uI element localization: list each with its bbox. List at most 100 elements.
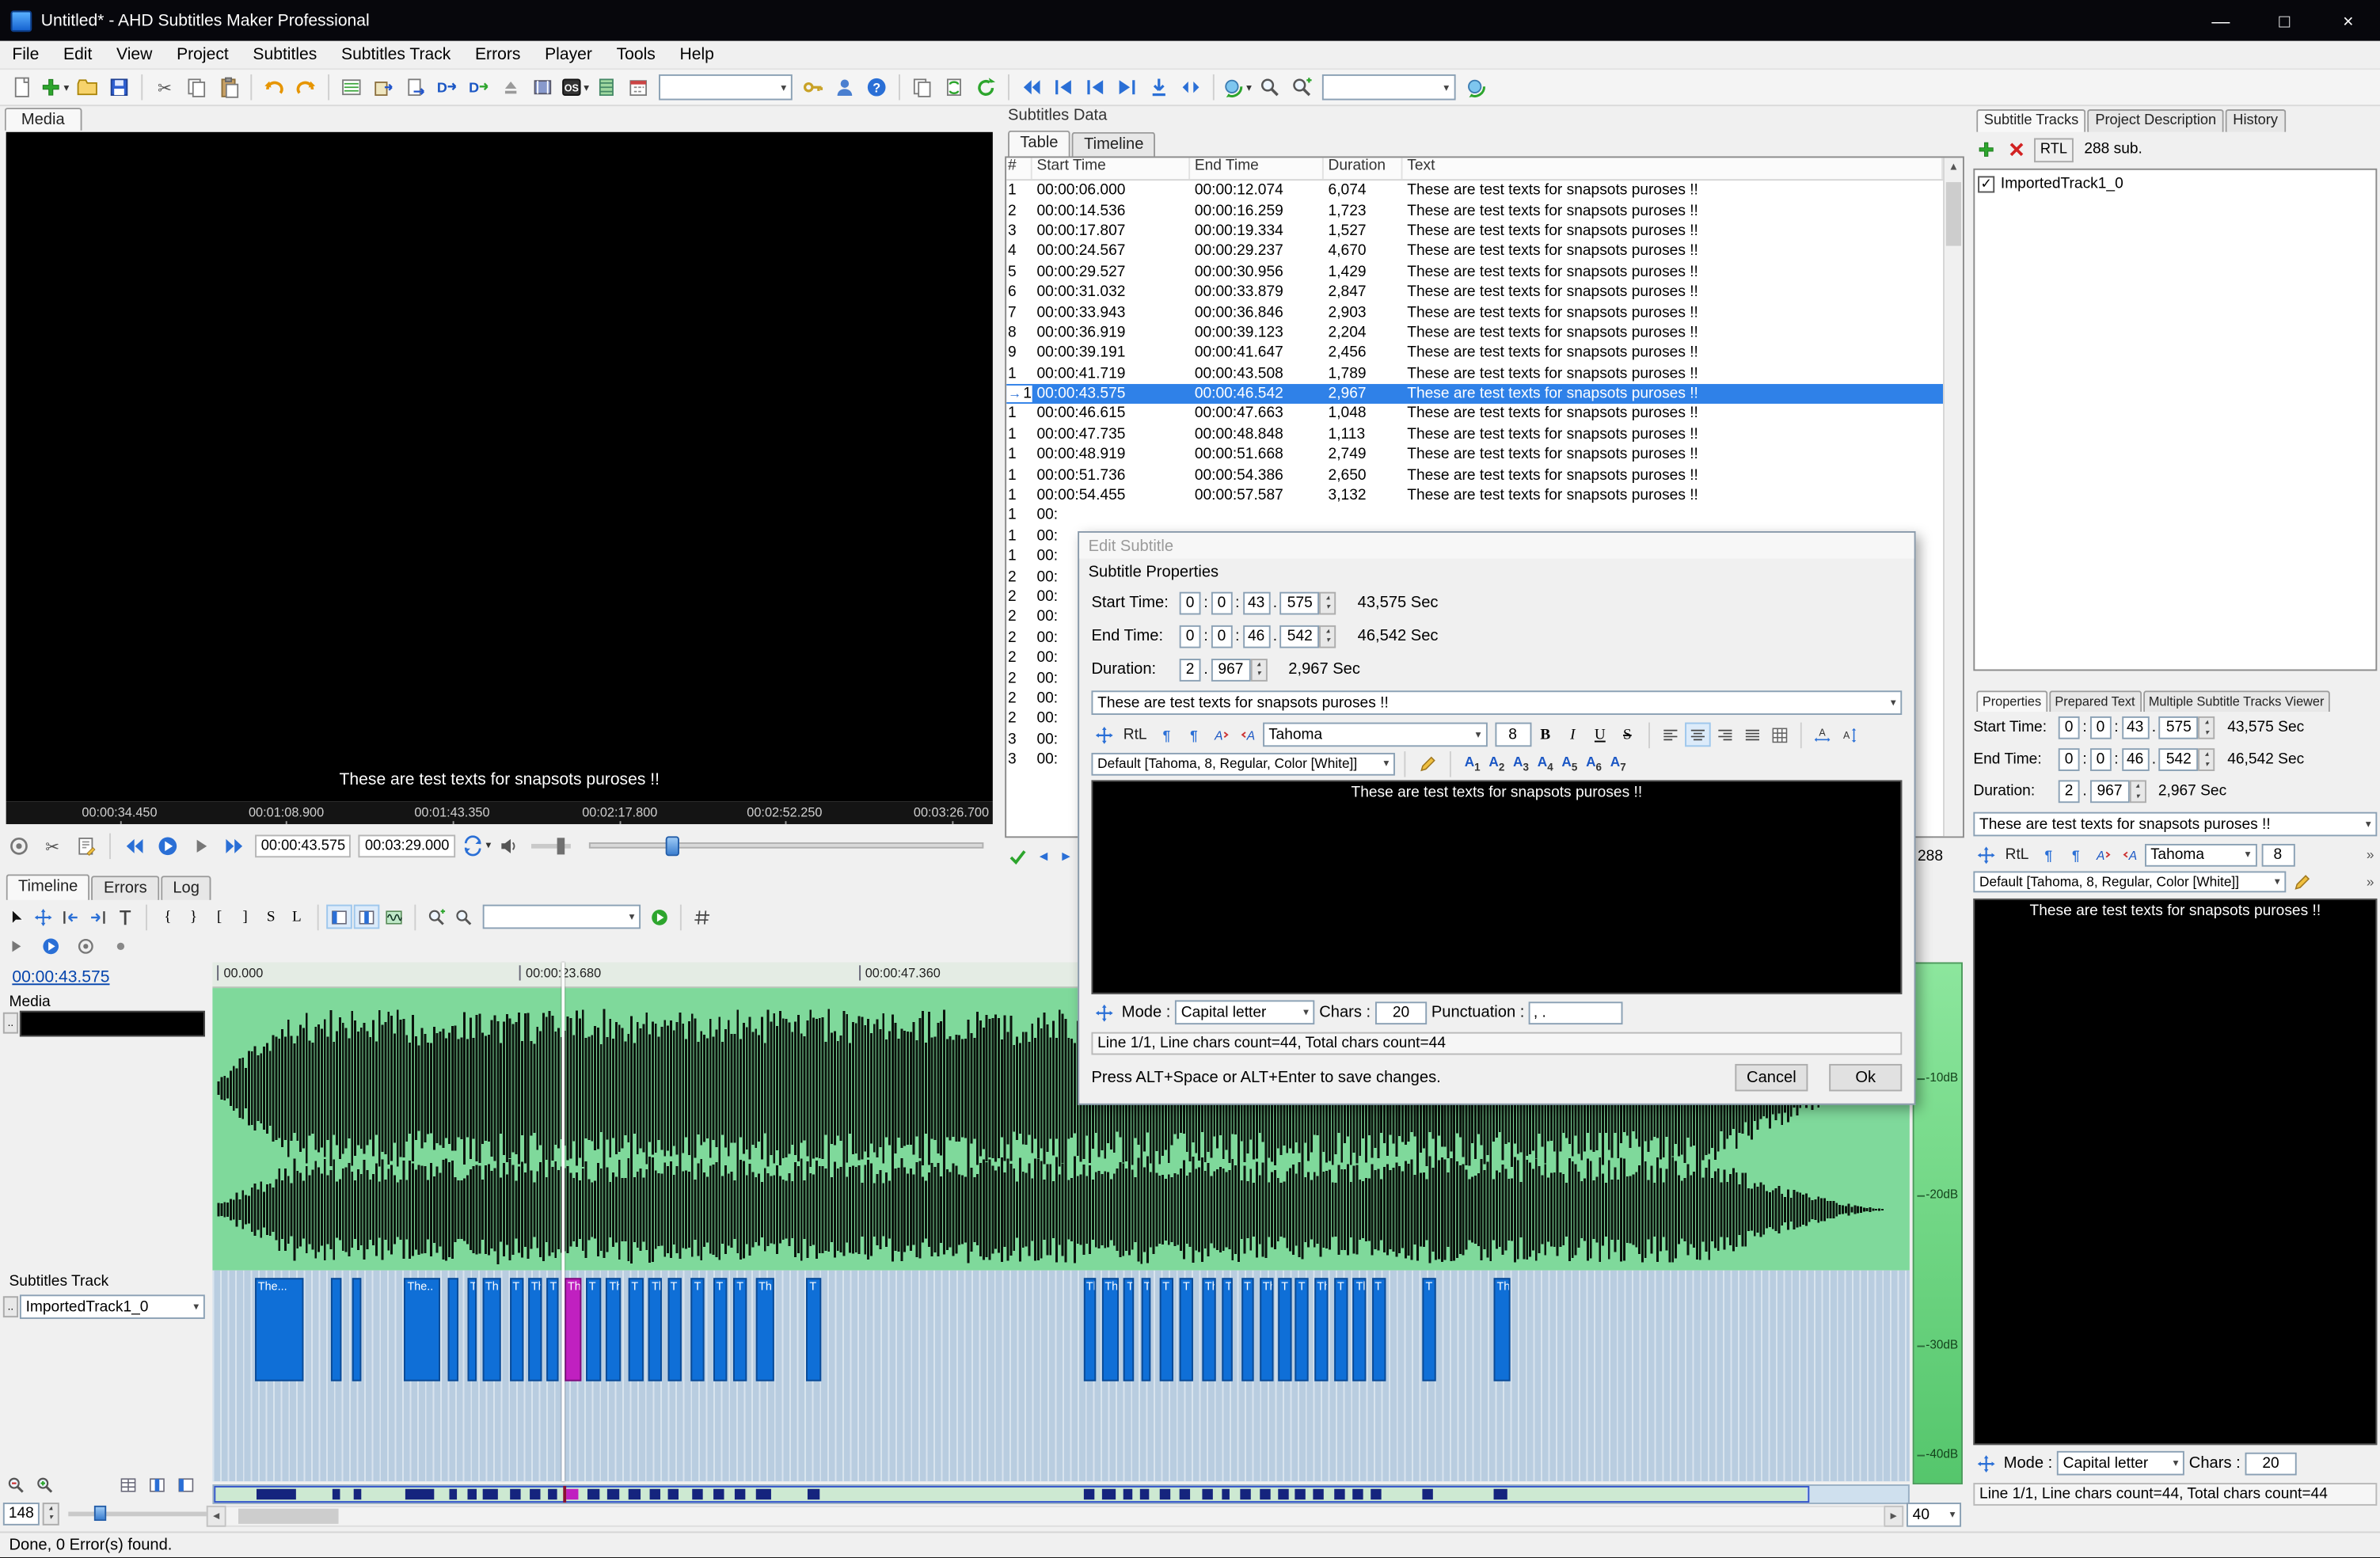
prop-a-left-button[interactable]: A	[2089, 842, 2116, 867]
subtitle-block[interactable]: Th.	[1493, 1278, 1511, 1381]
subtitle-block[interactable]: Th	[1082, 1278, 1097, 1381]
play-selection-button[interactable]	[38, 933, 64, 958]
maximize-button[interactable]: □	[2253, 0, 2317, 41]
media-seek-ruler[interactable]: 00:00:34.450 00:01:08.900 00:01:43.350 00:0…	[6, 801, 993, 825]
go-button[interactable]	[647, 905, 673, 929]
subtitle-block[interactable]: Th	[648, 1278, 663, 1381]
chevron-down-icon[interactable]: ▾	[2359, 818, 2371, 830]
end-hours-field[interactable]: 0	[1179, 624, 1201, 648]
direction-ltr-button[interactable]: ¶	[1153, 723, 1179, 747]
grid-toggle-button[interactable]	[689, 905, 715, 929]
subtitle-block[interactable]: Th.	[1314, 1278, 1328, 1381]
chevron-down-icon[interactable]: ▾	[1884, 697, 1896, 709]
video-preview[interactable]: These are test texts for snapsots purose…	[6, 131, 993, 802]
rtl-toggle-button[interactable]: RTL	[2034, 137, 2074, 162]
close-button[interactable]: ×	[2317, 0, 2380, 41]
subtitle-block[interactable]: T	[1295, 1278, 1310, 1381]
shift-subtitles-back-button[interactable]	[1016, 71, 1047, 103]
menu-tools[interactable]: Tools	[604, 43, 667, 67]
subtitle-block[interactable]: T	[1422, 1278, 1436, 1381]
table-row[interactable]: 1 00:00:46.615 00:00:47.663 1,048 These are …	[1006, 405, 1943, 425]
timeline-current-time-link[interactable]: 00:00:43.575	[12, 968, 109, 986]
brace-close-tool[interactable]: }	[181, 905, 207, 929]
subtitle-text-combo[interactable]: These are test texts for snapsots purose…	[1091, 690, 1903, 716]
media-thumbnail-strip[interactable]	[19, 1010, 205, 1037]
bracket-open-tool[interactable]: [	[207, 905, 233, 929]
style-combo[interactable]: Default [Tahoma, 8, Regular, Color [Whit…	[1091, 751, 1395, 775]
subtitle-block[interactable]: T	[1371, 1278, 1386, 1381]
help-button[interactable]: ?	[861, 71, 892, 103]
column-header-[interactable]: #	[1006, 158, 1032, 180]
paste-subtitle-button[interactable]	[938, 71, 970, 103]
anchor-button[interactable]	[1091, 1000, 1117, 1024]
paste-button[interactable]	[211, 71, 243, 103]
prop-anchor-button[interactable]	[1973, 1451, 1999, 1476]
prop-start-minutes-field[interactable]: 0	[2089, 716, 2112, 739]
menu-view[interactable]: View	[105, 43, 165, 67]
table-row[interactable]: 9 00:00:39.191 00:00:41.647 2,456 These are …	[1006, 344, 1943, 364]
select-tool-button[interactable]	[3, 905, 29, 929]
delete-track-button[interactable]	[2004, 138, 2030, 162]
strikethrough-button[interactable]: S	[1614, 723, 1641, 747]
forward-button[interactable]	[219, 830, 250, 861]
validate-button[interactable]	[1005, 844, 1031, 868]
bracket-close-tool[interactable]: ]	[232, 905, 258, 929]
subtitle-block[interactable]: Th	[1202, 1278, 1216, 1381]
prop-start-seconds-field[interactable]: 43	[2121, 716, 2149, 739]
subtitle-block[interactable]: T	[1123, 1278, 1135, 1381]
style-preset-5[interactable]: A5	[1557, 752, 1582, 775]
end-time-spinner[interactable]: ▴ ▾	[1319, 624, 1336, 648]
tab-log[interactable]: Log	[161, 876, 212, 900]
tab-errors[interactable]: Errors	[91, 876, 160, 900]
prop-end-spinner[interactable]: ▴ ▾	[2198, 748, 2215, 771]
subtitle-block[interactable]: Th	[606, 1278, 622, 1381]
seek-slider-thumb[interactable]	[665, 836, 680, 857]
prop-duration-ms-field[interactable]: 967	[2089, 780, 2130, 804]
goto-next-button[interactable]	[85, 905, 111, 929]
tab-project-description[interactable]: Project Description	[2087, 109, 2224, 132]
timeline-overview-bar[interactable]	[212, 1484, 1910, 1504]
duration-seconds-field[interactable]: 2	[1179, 658, 1201, 681]
tab-prepared-text[interactable]: Prepared Text	[2048, 690, 2142, 712]
scrollbar-thumb[interactable]	[238, 1508, 339, 1524]
subtitle-block[interactable]: T	[1241, 1278, 1255, 1381]
table-row[interactable]: 8 00:00:36.919 00:00:39.123 2,204 These are …	[1006, 323, 1943, 344]
search-button[interactable]	[1253, 71, 1285, 103]
zoom-slider-thumb[interactable]	[93, 1504, 107, 1521]
align-right-button[interactable]	[1712, 723, 1738, 747]
quick-jump-combo[interactable]: ▾	[659, 74, 793, 101]
subtitle-block[interactable]: T	[1180, 1278, 1194, 1381]
subtitle-block[interactable]: The...	[254, 1278, 305, 1381]
style-preset-1[interactable]: A1	[1460, 752, 1485, 775]
overview-playhead-marker[interactable]	[563, 1485, 566, 1503]
prop-end-minutes-field[interactable]: 0	[2089, 748, 2112, 771]
table-row[interactable]: 1 00:00:06.000 00:00:12.074 6,074 These are …	[1006, 180, 1943, 201]
font-size-field[interactable]: 8	[1494, 722, 1531, 747]
table-row[interactable]: 1 00:00:41.719 00:00:43.508 1,789 These are …	[1006, 363, 1943, 384]
direction-rtl-button[interactable]: ¶	[1180, 723, 1207, 747]
frames-tool-button[interactable]	[591, 71, 622, 103]
move-anchor-button[interactable]	[1091, 723, 1117, 747]
search-next-button[interactable]	[1285, 71, 1317, 103]
end-minutes-field[interactable]: 0	[1211, 624, 1233, 648]
record-button[interactable]	[73, 933, 99, 958]
style-preset-7[interactable]: A7	[1606, 752, 1630, 775]
pause-button[interactable]	[185, 830, 217, 861]
goto-prev-button[interactable]	[58, 905, 84, 929]
schedule-tool-button[interactable]	[622, 71, 654, 103]
layout-c-button[interactable]	[173, 1472, 200, 1497]
prop-dir-rtl-button[interactable]: ¶	[2063, 842, 2089, 867]
start-ms-field[interactable]: 575	[1279, 591, 1320, 614]
minimize-button[interactable]: —	[2189, 0, 2253, 41]
subtitle-block[interactable]: T	[667, 1278, 681, 1381]
subtitle-block[interactable]: T	[546, 1278, 559, 1381]
prop-chars-field[interactable]: 20	[2245, 1451, 2297, 1475]
cut-button[interactable]: ✂	[148, 71, 180, 103]
subtitle-block[interactable]: Th.	[1101, 1278, 1119, 1381]
menu-help[interactable]: Help	[667, 43, 726, 67]
db-scale-strip[interactable]: -10dB -20dB -30dB -40dB	[1912, 962, 1963, 1485]
volume-slider[interactable]	[531, 837, 572, 854]
edit-style-button[interactable]	[1415, 751, 1441, 776]
punctuation-field[interactable]: , .	[1529, 1001, 1623, 1024]
edit-subtitle-dialog[interactable]: Edit Subtitle Subtitle Properties Start …	[1078, 531, 1916, 1105]
